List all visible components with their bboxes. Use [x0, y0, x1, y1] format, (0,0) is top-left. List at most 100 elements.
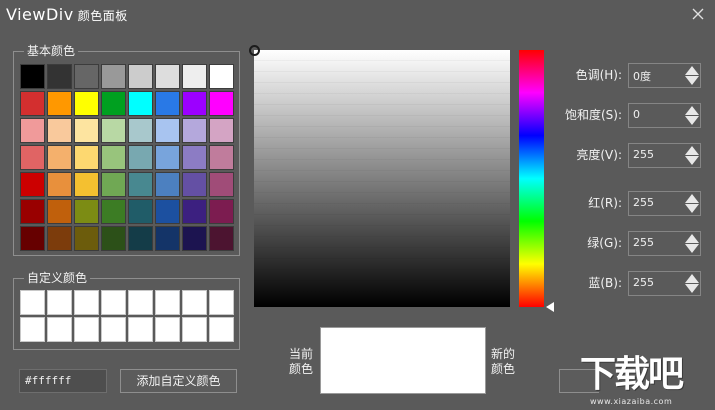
- spin-up-icon[interactable]: [685, 106, 699, 115]
- custom-color-slot[interactable]: [209, 290, 234, 315]
- color-swatch[interactable]: [209, 199, 234, 224]
- color-swatch[interactable]: [209, 91, 234, 116]
- color-swatch[interactable]: [20, 226, 45, 251]
- color-swatch[interactable]: [182, 118, 207, 143]
- custom-color-slot[interactable]: [20, 290, 45, 315]
- custom-color-slot[interactable]: [74, 317, 99, 342]
- saturation-spinbox[interactable]: 0: [628, 103, 701, 128]
- color-swatch[interactable]: [20, 199, 45, 224]
- color-swatch[interactable]: [182, 226, 207, 251]
- custom-color-slot[interactable]: [74, 290, 99, 315]
- color-swatch[interactable]: [182, 91, 207, 116]
- color-swatch[interactable]: [20, 118, 45, 143]
- color-swatch[interactable]: [101, 91, 126, 116]
- hue-spinbox[interactable]: 0度: [628, 63, 701, 88]
- color-swatch[interactable]: [47, 118, 72, 143]
- saturation-value-picker[interactable]: [249, 45, 510, 307]
- color-swatch[interactable]: [101, 64, 126, 89]
- blue-spinbox[interactable]: 255: [628, 271, 701, 296]
- color-swatch[interactable]: [209, 172, 234, 197]
- color-swatch[interactable]: [128, 226, 153, 251]
- spin-up-icon[interactable]: [685, 66, 699, 75]
- color-swatch[interactable]: [20, 64, 45, 89]
- color-swatch[interactable]: [128, 91, 153, 116]
- color-swatch[interactable]: [74, 91, 99, 116]
- custom-color-slot[interactable]: [101, 290, 126, 315]
- color-swatch[interactable]: [128, 118, 153, 143]
- custom-color-slot[interactable]: [101, 317, 126, 342]
- spin-down-icon[interactable]: [685, 284, 699, 293]
- color-swatch[interactable]: [155, 226, 180, 251]
- hue-slider-handle[interactable]: [546, 302, 554, 312]
- spin-down-icon[interactable]: [685, 244, 699, 253]
- color-swatch[interactable]: [47, 91, 72, 116]
- color-swatch[interactable]: [47, 64, 72, 89]
- spin-up-icon[interactable]: [685, 274, 699, 283]
- color-swatch[interactable]: [20, 145, 45, 170]
- red-spinbox[interactable]: 255: [628, 191, 701, 216]
- color-swatch[interactable]: [74, 172, 99, 197]
- color-swatch[interactable]: [101, 226, 126, 251]
- custom-color-slot[interactable]: [209, 317, 234, 342]
- custom-color-slot[interactable]: [128, 317, 153, 342]
- color-swatch[interactable]: [209, 145, 234, 170]
- spin-up-icon[interactable]: [685, 234, 699, 243]
- color-swatch[interactable]: [20, 172, 45, 197]
- add-custom-color-button[interactable]: 添加自定义颜色: [120, 369, 237, 393]
- hue-slider-bar[interactable]: [519, 50, 544, 307]
- color-swatch[interactable]: [155, 199, 180, 224]
- color-swatch[interactable]: [74, 226, 99, 251]
- close-button[interactable]: [690, 6, 706, 22]
- color-swatch[interactable]: [101, 199, 126, 224]
- sv-picker-marker[interactable]: [249, 45, 260, 56]
- color-swatch[interactable]: [101, 145, 126, 170]
- custom-color-slot[interactable]: [182, 317, 207, 342]
- color-swatch[interactable]: [209, 64, 234, 89]
- spin-down-icon[interactable]: [685, 204, 699, 213]
- custom-color-slot[interactable]: [47, 290, 72, 315]
- hex-color-input[interactable]: #ffffff: [19, 369, 107, 393]
- color-swatch[interactable]: [47, 145, 72, 170]
- color-swatch[interactable]: [182, 64, 207, 89]
- custom-color-slot[interactable]: [128, 290, 153, 315]
- custom-color-slot[interactable]: [155, 317, 180, 342]
- color-swatch[interactable]: [20, 91, 45, 116]
- custom-color-slot[interactable]: [20, 317, 45, 342]
- color-swatch[interactable]: [155, 91, 180, 116]
- color-swatch[interactable]: [74, 199, 99, 224]
- color-swatch[interactable]: [128, 145, 153, 170]
- color-swatch[interactable]: [155, 118, 180, 143]
- red-label: 红(R):: [588, 196, 622, 210]
- color-swatch[interactable]: [209, 226, 234, 251]
- color-swatch[interactable]: [47, 226, 72, 251]
- color-swatch[interactable]: [47, 172, 72, 197]
- color-swatch[interactable]: [209, 118, 234, 143]
- color-swatch[interactable]: [128, 64, 153, 89]
- custom-color-slot[interactable]: [182, 290, 207, 315]
- spin-down-icon[interactable]: [685, 116, 699, 125]
- color-swatch[interactable]: [74, 145, 99, 170]
- color-swatch[interactable]: [74, 118, 99, 143]
- window-title-brand: ViewDiv: [6, 5, 74, 24]
- color-swatch[interactable]: [155, 145, 180, 170]
- color-swatch[interactable]: [155, 64, 180, 89]
- color-swatch[interactable]: [128, 199, 153, 224]
- color-swatch[interactable]: [182, 172, 207, 197]
- color-swatch[interactable]: [101, 118, 126, 143]
- color-swatch[interactable]: [182, 145, 207, 170]
- color-swatch[interactable]: [74, 64, 99, 89]
- color-swatch[interactable]: [128, 172, 153, 197]
- spin-up-icon[interactable]: [685, 146, 699, 155]
- spin-up-icon[interactable]: [685, 194, 699, 203]
- color-swatch[interactable]: [47, 199, 72, 224]
- custom-color-slot[interactable]: [155, 290, 180, 315]
- spin-down-icon[interactable]: [685, 156, 699, 165]
- color-swatch[interactable]: [182, 199, 207, 224]
- green-spinbox[interactable]: 255: [628, 231, 701, 256]
- color-swatch[interactable]: [101, 172, 126, 197]
- custom-color-slot[interactable]: [47, 317, 72, 342]
- spin-down-icon[interactable]: [685, 76, 699, 85]
- watermark-url: www.xiazaiba.com: [590, 397, 673, 406]
- color-swatch[interactable]: [155, 172, 180, 197]
- brightness-spinbox[interactable]: 255: [628, 143, 701, 168]
